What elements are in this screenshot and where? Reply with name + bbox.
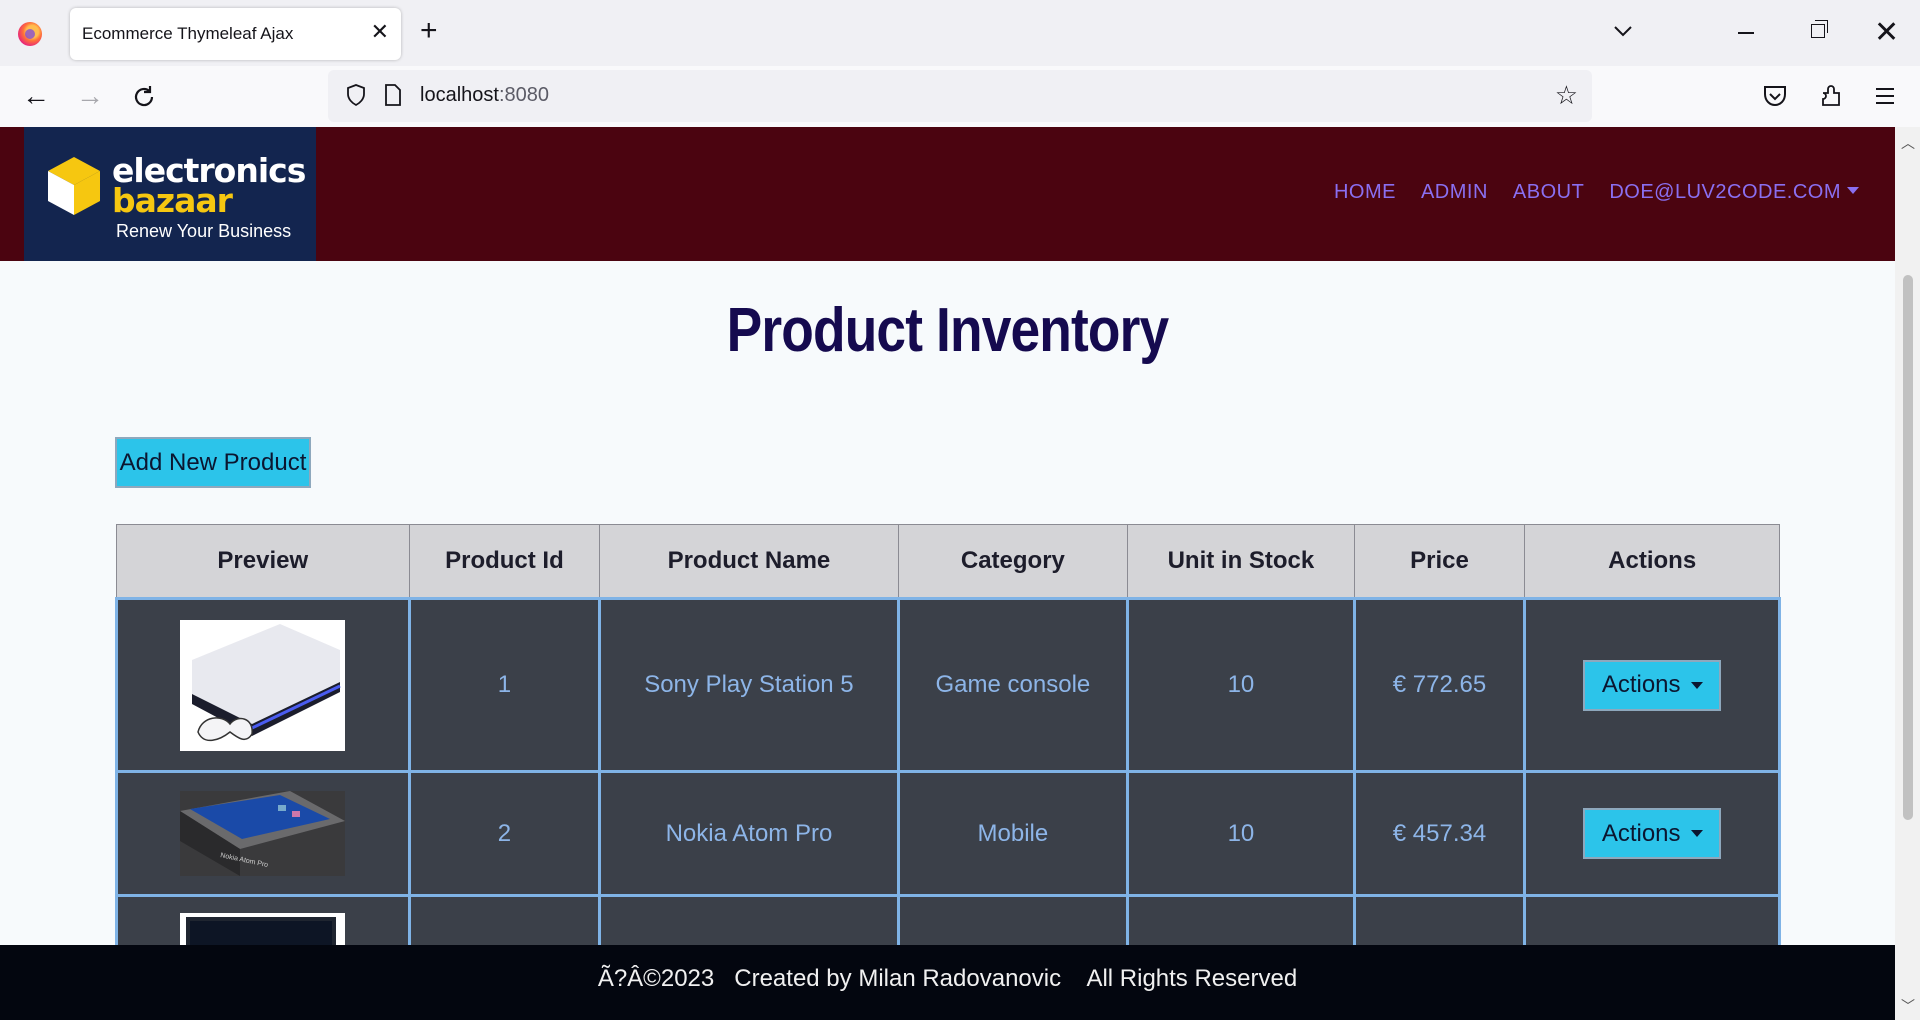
- actions-dropdown-button[interactable]: Actions: [1583, 659, 1722, 711]
- cube-logo-icon: [48, 157, 100, 215]
- column-header: Price: [1353, 524, 1526, 599]
- nav-home-link[interactable]: HOME: [1334, 181, 1396, 204]
- table-row: 1 Sony Play Station 5 Game console 10 € …: [115, 597, 1781, 773]
- caret-down-icon: [1847, 187, 1859, 194]
- shield-icon[interactable]: [346, 84, 366, 106]
- column-header: Preview: [116, 524, 410, 599]
- pocket-icon[interactable]: [1762, 84, 1788, 108]
- preview-cell: Nokia Atom Pro: [115, 770, 411, 897]
- nav-about-link[interactable]: ABOUT: [1513, 181, 1584, 204]
- actions-label: Actions: [1601, 819, 1681, 847]
- table-row: Nokia Atom Pro 2 Nokia Atom Pro Mobile 1…: [115, 770, 1781, 897]
- forward-arrow-icon[interactable]: →: [76, 82, 104, 110]
- scroll-up-icon[interactable]: ︿: [1901, 133, 1915, 153]
- product-id-cell: 2: [407, 770, 602, 897]
- browser-nav-bar: ← → localhost:8080 ☆: [0, 66, 1920, 127]
- column-header: Actions: [1524, 524, 1780, 599]
- column-header: Product Id: [408, 524, 601, 599]
- price-cell: € 457.34: [1352, 770, 1527, 897]
- nav-user-dropdown[interactable]: DOE@LUV2CODE.COM: [1609, 181, 1859, 204]
- product-id-cell: 1: [407, 597, 602, 773]
- caret-down-icon: [1690, 681, 1703, 689]
- window-restore-icon[interactable]: [1811, 20, 1828, 38]
- browser-tab-bar: Ecommerce Thymeleaf Ajax ✕ + ✕: [0, 0, 1920, 66]
- site-footer: Ã?Â©2023 Created by Milan Radovanovic Al…: [0, 945, 1895, 1020]
- actions-cell: Actions: [1523, 770, 1781, 897]
- tab-list-chevron-icon[interactable]: [1612, 20, 1634, 42]
- menu-hamburger-icon[interactable]: [1872, 84, 1898, 108]
- add-new-product-button[interactable]: Add New Product: [115, 437, 311, 488]
- window-minimize-icon[interactable]: [1738, 32, 1754, 34]
- reload-icon[interactable]: [131, 84, 157, 110]
- nav-user-email: DOE@LUV2CODE.COM: [1609, 181, 1841, 203]
- extensions-icon[interactable]: [1818, 84, 1844, 108]
- page-scrollbar[interactable]: ︿ ﹀: [1895, 127, 1920, 1020]
- price-cell: € 772.65: [1352, 597, 1527, 773]
- page-info-icon[interactable]: [384, 84, 402, 106]
- url-bar[interactable]: localhost:8080 ☆: [328, 70, 1592, 122]
- tab-active[interactable]: Ecommerce Thymeleaf Ajax ✕: [70, 8, 401, 60]
- preview-cell: [115, 597, 411, 773]
- scrollbar-thumb[interactable]: [1903, 275, 1913, 820]
- column-header: Unit in Stock: [1127, 524, 1355, 599]
- playstation-image: [180, 619, 346, 751]
- category-cell: Game console: [896, 597, 1130, 773]
- site-header: electronics bazaar Renew Your Business H…: [0, 127, 1895, 261]
- logo-text-line2: bazaar: [112, 181, 233, 220]
- web-page: electronics bazaar Renew Your Business H…: [0, 127, 1895, 1020]
- url-host: localhost: [420, 84, 499, 106]
- url-text[interactable]: localhost:8080: [420, 84, 549, 107]
- table-header-row: Preview Product Id Product Name Category…: [116, 524, 1780, 599]
- actions-cell: Actions: [1523, 597, 1781, 773]
- back-arrow-icon[interactable]: ←: [22, 82, 50, 110]
- scroll-down-icon[interactable]: ﹀: [1901, 996, 1915, 1016]
- column-header: Category: [897, 524, 1129, 599]
- window-close-icon[interactable]: ✕: [1874, 18, 1899, 48]
- stock-cell: 10: [1126, 770, 1356, 897]
- new-tab-icon[interactable]: +: [420, 16, 438, 46]
- page-title: Product Inventory: [726, 296, 1169, 365]
- tab-title: Ecommerce Thymeleaf Ajax: [82, 24, 294, 43]
- nav-admin-link[interactable]: ADMIN: [1421, 181, 1488, 204]
- product-table: Preview Product Id Product Name Category…: [115, 524, 1781, 997]
- category-cell: Mobile: [896, 770, 1130, 897]
- url-port: :8080: [498, 84, 549, 106]
- column-header: Product Name: [599, 524, 899, 599]
- firefox-icon: [18, 22, 42, 46]
- site-logo[interactable]: electronics bazaar Renew Your Business: [24, 127, 316, 261]
- logo-tagline: Renew Your Business: [116, 221, 292, 241]
- actions-dropdown-button[interactable]: Actions: [1583, 808, 1722, 859]
- stock-cell: 10: [1126, 597, 1356, 773]
- bookmark-star-icon[interactable]: ☆: [1555, 82, 1578, 108]
- site-nav: HOME ADMIN ABOUT DOE@LUV2CODE.COM: [1334, 181, 1859, 204]
- phone-image: Nokia Atom Pro: [180, 791, 346, 876]
- product-name-cell: Sony Play Station 5: [598, 597, 900, 773]
- tab-close-icon[interactable]: ✕: [371, 21, 389, 43]
- caret-down-icon: [1690, 830, 1703, 837]
- actions-label: Actions: [1601, 671, 1681, 698]
- product-name-cell: Nokia Atom Pro: [598, 770, 900, 897]
